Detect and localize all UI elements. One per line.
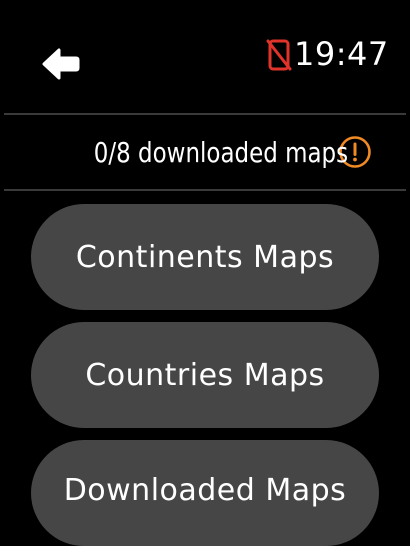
countries-maps-button[interactable]: Countries Maps xyxy=(31,322,379,428)
left-arrow-icon xyxy=(42,48,80,80)
continents-maps-label: Continents Maps xyxy=(75,239,335,275)
clock: 19:47 xyxy=(294,35,389,73)
countries-maps-label: Countries Maps xyxy=(85,357,325,393)
download-count-text: 0/8 downloaded maps xyxy=(93,135,349,169)
downloaded-maps-button[interactable]: Downloaded Maps xyxy=(31,440,379,546)
divider-bottom xyxy=(4,189,406,191)
downloaded-maps-label: Downloaded Maps xyxy=(63,472,347,508)
phone-disconnected-icon xyxy=(266,39,292,71)
status-bar: 19:47 xyxy=(0,0,410,112)
back-button[interactable] xyxy=(36,44,84,84)
download-status-row: 0/8 downloaded maps xyxy=(0,115,410,189)
continents-maps-button[interactable]: Continents Maps xyxy=(31,204,379,310)
